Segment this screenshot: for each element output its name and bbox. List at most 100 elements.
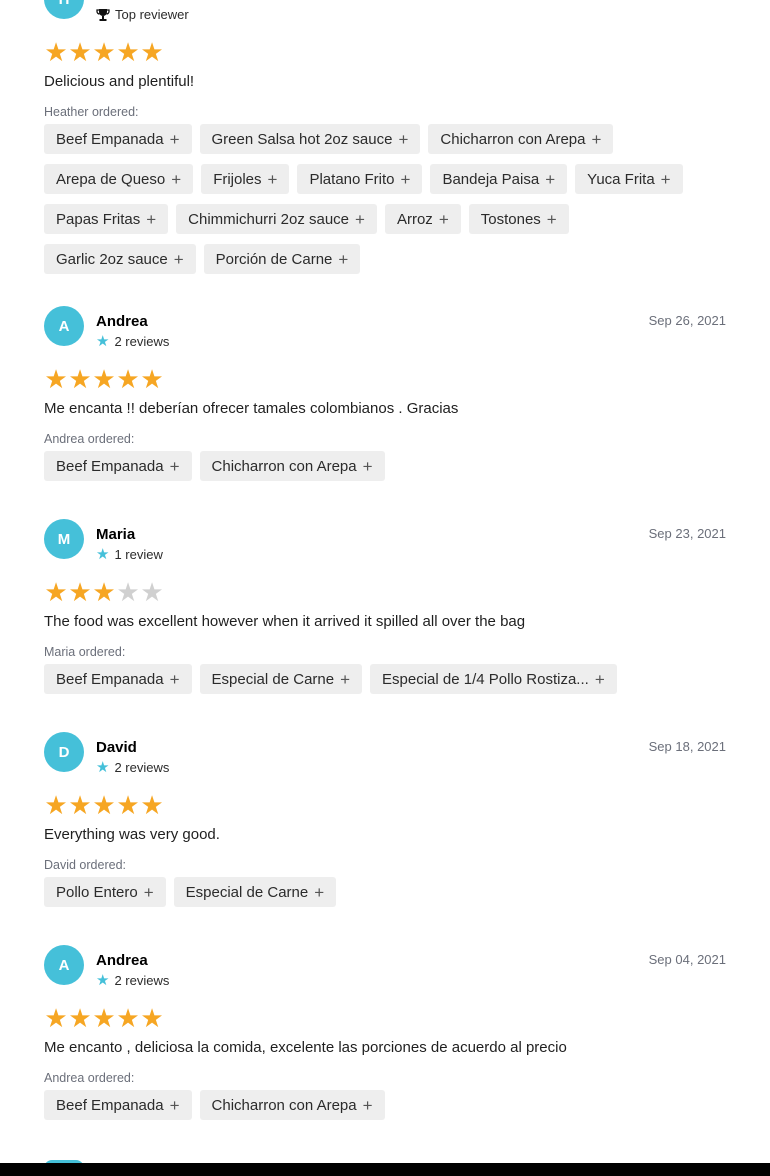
ordered-item-chip[interactable]: Chicharron con Arepa + bbox=[199, 451, 385, 481]
reviewer-meta-label: 2 reviews bbox=[114, 334, 170, 349]
avatar[interactable]: D bbox=[44, 732, 84, 772]
ordered-items: Beef Empanada + Especial de Carne + Espe… bbox=[44, 664, 726, 694]
star-icon: ★ bbox=[92, 577, 116, 607]
reviewer-meta-label: 2 reviews bbox=[114, 973, 170, 988]
reviewer-name[interactable]: Maria bbox=[96, 526, 135, 543]
avatar[interactable]: H bbox=[44, 0, 84, 19]
ordered-items: Pollo Entero + Especial de Carne + bbox=[44, 877, 726, 907]
ordered-item-chip[interactable]: Chimmichurri 2oz sauce + bbox=[176, 204, 377, 234]
plus-icon: + bbox=[169, 129, 180, 149]
plus-icon: + bbox=[143, 882, 154, 902]
ordered-item-chip[interactable]: Papas Fritas + bbox=[44, 204, 169, 234]
star-icon: ★ bbox=[96, 972, 110, 989]
plus-icon: + bbox=[362, 456, 373, 476]
ordered-item-chip[interactable]: Yuca Frita + bbox=[575, 164, 683, 194]
plus-icon: + bbox=[398, 129, 409, 149]
plus-icon: + bbox=[340, 669, 351, 689]
ordered-item-label: Green Salsa hot 2oz sauce bbox=[211, 130, 393, 148]
ordered-item-label: Papas Fritas bbox=[56, 210, 141, 228]
star-icon: ★ bbox=[140, 790, 164, 820]
trophy-icon bbox=[96, 8, 110, 21]
avatar[interactable]: M bbox=[44, 519, 84, 559]
reviewer-name[interactable]: Andrea bbox=[96, 313, 148, 330]
star-icon: ★ bbox=[44, 577, 68, 607]
ordered-item-chip[interactable]: Pollo Entero + bbox=[44, 877, 166, 907]
star-icon: ★ bbox=[44, 37, 68, 67]
star-icon: ★ bbox=[96, 759, 110, 776]
star-icon: ★ bbox=[44, 1003, 68, 1033]
ordered-item-chip[interactable]: Chicharron con Arepa + bbox=[428, 124, 614, 154]
ordered-item-chip[interactable]: Especial de Carne + bbox=[173, 877, 337, 907]
ordered-item-label: Chicharron con Arepa bbox=[440, 130, 586, 148]
ordered-item-label: Chimmichurri 2oz sauce bbox=[188, 210, 350, 228]
ordered-label: David ordered: bbox=[44, 858, 126, 872]
star-rating: ★ ★ ★ ★ ★ bbox=[44, 1005, 164, 1031]
review-text: Me encanto , deliciosa la comida, excele… bbox=[44, 1039, 567, 1056]
ordered-item-label: Tostones bbox=[480, 210, 541, 228]
ordered-item-chip[interactable]: Bandeja Paisa + bbox=[430, 164, 568, 194]
ordered-item-label: Porción de Carne bbox=[215, 250, 333, 268]
ordered-item-label: Pollo Entero bbox=[56, 883, 138, 901]
star-icon: ★ bbox=[116, 364, 140, 394]
plus-icon: + bbox=[338, 249, 349, 269]
star-icon: ★ bbox=[116, 790, 140, 820]
star-rating: ★ ★ ★ ★ ★ bbox=[44, 579, 164, 605]
reviewer-meta: ★ 2 reviews bbox=[96, 973, 169, 988]
review-text: Everything was very good. bbox=[44, 826, 220, 843]
star-icon: ★ bbox=[44, 790, 68, 820]
ordered-item-chip[interactable]: Porción de Carne + bbox=[203, 244, 361, 274]
plus-icon: + bbox=[355, 209, 365, 229]
ordered-item-chip[interactable]: Beef Empanada + bbox=[44, 664, 192, 694]
star-icon: ★ bbox=[68, 790, 92, 820]
reviewer-meta-label: 2 reviews bbox=[114, 760, 170, 775]
ordered-item-chip[interactable]: Green Salsa hot 2oz sauce + bbox=[199, 124, 421, 154]
star-rating: ★ ★ ★ ★ ★ bbox=[44, 792, 164, 818]
ordered-items: Beef Empanada + Chicharron con Arepa + bbox=[44, 1090, 726, 1120]
ordered-item-label: Beef Empanada bbox=[56, 130, 164, 148]
plus-icon: + bbox=[267, 169, 278, 189]
avatar[interactable]: A bbox=[44, 945, 84, 985]
ordered-item-label: Beef Empanada bbox=[56, 457, 164, 475]
ordered-item-label: Chicharron con Arepa bbox=[211, 457, 357, 475]
reviewer-meta-label: Top reviewer bbox=[115, 7, 189, 22]
ordered-item-chip[interactable]: Chicharron con Arepa + bbox=[199, 1090, 385, 1120]
plus-icon: + bbox=[314, 882, 325, 902]
ordered-item-label: Garlic 2oz sauce bbox=[56, 250, 168, 268]
plus-icon: + bbox=[545, 169, 556, 189]
star-icon: ★ bbox=[68, 364, 92, 394]
ordered-item-label: Platano Frito bbox=[309, 170, 395, 188]
reviewer-meta: ★ 2 reviews bbox=[96, 334, 169, 349]
plus-icon: + bbox=[438, 209, 449, 229]
reviewer-name[interactable]: Andrea bbox=[96, 952, 148, 969]
ordered-item-chip[interactable]: Garlic 2oz sauce + bbox=[44, 244, 196, 274]
star-icon: ★ bbox=[92, 37, 116, 67]
ordered-item-chip[interactable]: Arepa de Queso + bbox=[44, 164, 194, 194]
star-icon: ★ bbox=[140, 577, 164, 607]
star-icon: ★ bbox=[92, 1003, 116, 1033]
reviewer-meta: ★ 2 reviews bbox=[96, 760, 169, 775]
ordered-item-chip[interactable]: Platano Frito + bbox=[297, 164, 423, 194]
ordered-item-chip[interactable]: Tostones + bbox=[468, 204, 569, 234]
star-icon: ★ bbox=[68, 1003, 92, 1033]
review-date: Sep 23, 2021 bbox=[648, 526, 726, 541]
ordered-item-chip[interactable]: Beef Empanada + bbox=[44, 1090, 192, 1120]
ordered-item-chip[interactable]: Beef Empanada + bbox=[44, 451, 192, 481]
star-icon: ★ bbox=[140, 364, 164, 394]
ordered-item-chip[interactable]: Especial de Carne + bbox=[199, 664, 363, 694]
ordered-item-chip[interactable]: Especial de 1/4 Pollo Rostiza... + bbox=[370, 664, 617, 694]
plus-icon: + bbox=[660, 169, 671, 189]
ordered-label: Heather ordered: bbox=[44, 105, 139, 119]
ordered-item-label: Beef Empanada bbox=[56, 670, 164, 688]
plus-icon: + bbox=[169, 669, 180, 689]
bottom-bar bbox=[0, 1163, 770, 1176]
avatar[interactable]: A bbox=[44, 306, 84, 346]
star-icon: ★ bbox=[116, 37, 140, 67]
plus-icon: + bbox=[546, 209, 557, 229]
ordered-item-chip[interactable]: Beef Empanada + bbox=[44, 124, 192, 154]
ordered-item-chip[interactable]: Arroz + bbox=[384, 204, 461, 234]
star-icon: ★ bbox=[140, 37, 164, 67]
star-icon: ★ bbox=[140, 1003, 164, 1033]
review-text: Me encanta !! deberían ofrecer tamales c… bbox=[44, 400, 459, 417]
reviewer-name[interactable]: David bbox=[96, 739, 137, 756]
ordered-item-chip[interactable]: Frijoles + bbox=[201, 164, 290, 194]
